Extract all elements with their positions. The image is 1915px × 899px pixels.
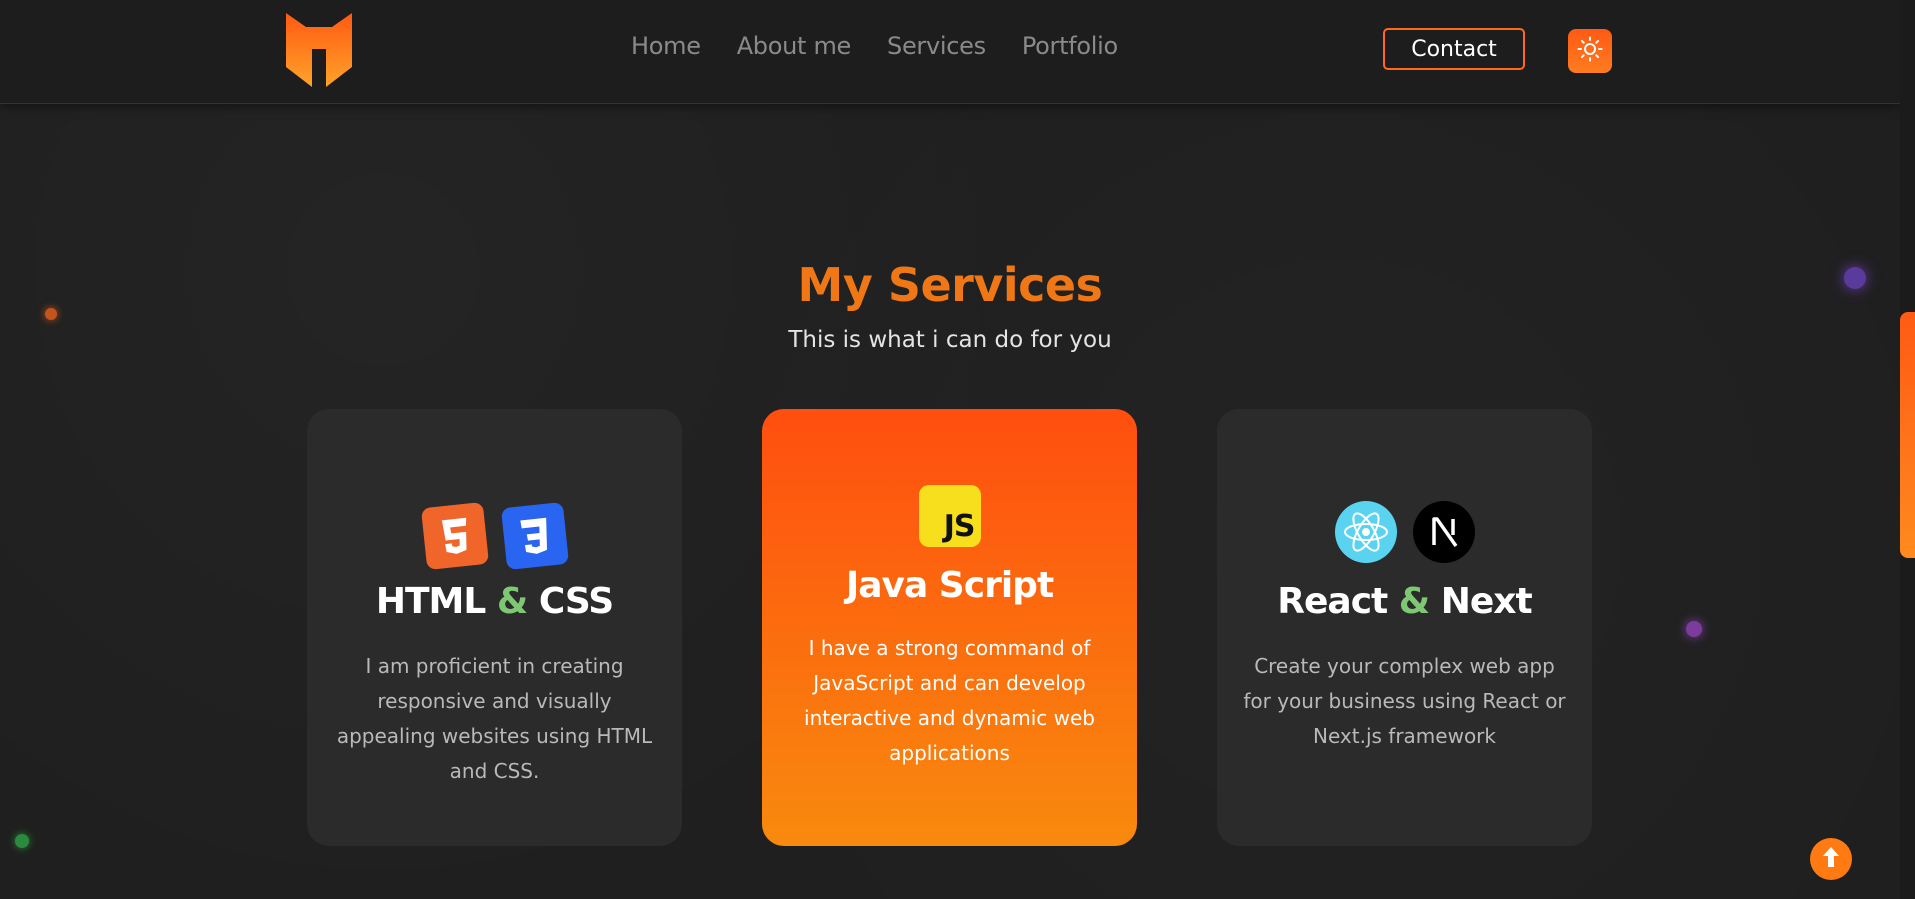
theme-toggle-button[interactable]: [1568, 29, 1612, 73]
nav-item-home[interactable]: Home: [631, 32, 701, 60]
css3-icon: [500, 501, 570, 575]
card-title: React & Next: [1217, 581, 1592, 622]
decor-dot-green: [15, 834, 29, 848]
card-description: I am proficient in creating responsive a…: [336, 654, 653, 783]
service-card-react-next[interactable]: React & Next Create your complex web app…: [1217, 409, 1592, 846]
card-title-part: React: [1277, 581, 1388, 622]
ampersand: &: [1398, 581, 1430, 622]
nextjs-icon: [1412, 501, 1475, 567]
js-badge-text: JS: [943, 509, 976, 544]
nav-item-portfolio[interactable]: Portfolio: [1022, 32, 1118, 60]
card-description: I have a strong command of JavaScript an…: [804, 636, 1095, 765]
ampersand: &: [496, 581, 528, 622]
contact-button[interactable]: Contact: [1383, 28, 1525, 70]
card-icons: JS: [762, 485, 1137, 547]
scrollbar-thumb[interactable]: [1900, 312, 1915, 558]
arrow-up-icon: [1820, 845, 1842, 873]
services-title: My Services: [797, 258, 1103, 312]
card-title: HTML & CSS: [307, 581, 682, 622]
card-description: Create your complex web app for your bus…: [1243, 654, 1566, 748]
sun-icon: [1577, 36, 1603, 66]
service-card-javascript[interactable]: JS Java Script I have a strong command o…: [762, 409, 1137, 846]
card-title-part: HTML: [375, 581, 486, 622]
main-nav: Home About me Services Portfolio: [631, 32, 1118, 60]
javascript-icon: JS: [918, 485, 981, 547]
card-icons: [1217, 501, 1592, 567]
decor-dot-purple-2: [1686, 621, 1702, 637]
m-logo-icon[interactable]: [286, 13, 352, 87]
card-title-part: CSS: [538, 581, 614, 622]
card-title-part: Next: [1440, 581, 1533, 622]
card-title: Java Script: [845, 565, 1054, 606]
nav-item-about[interactable]: About me: [737, 32, 852, 60]
service-card-html-css[interactable]: HTML & CSS I am proficient in creating r…: [307, 409, 682, 846]
page-scrollbar[interactable]: [1900, 0, 1915, 899]
top-navbar: Home About me Services Portfolio Contact: [0, 0, 1900, 104]
scroll-to-top-button[interactable]: [1810, 838, 1852, 880]
react-icon: [1334, 501, 1397, 567]
nav-item-services[interactable]: Services: [887, 32, 986, 60]
html5-icon: [420, 501, 490, 575]
card-icons: [307, 501, 682, 575]
services-subtitle: This is what i can do for you: [788, 327, 1112, 353]
